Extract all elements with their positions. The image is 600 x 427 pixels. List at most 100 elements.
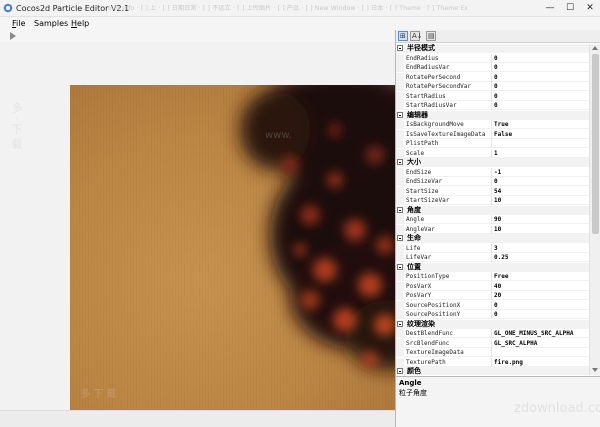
property-name: RotatePerSecondVar [406,83,472,90]
property-row[interactable]: StartRadius 0 [396,91,589,101]
property-value[interactable]: 54 [494,187,589,196]
property-row[interactable]: RotatePerSecond 0 [396,72,589,82]
property-row[interactable]: DestBlendFunc GL_ONE_MINUS_SRC_ALPHA [396,329,589,338]
property-row[interactable]: TextureImageData [396,348,589,357]
property-row[interactable]: IsBackgroundMove True [396,120,589,129]
property-value[interactable]: 0 [494,177,589,186]
property-row[interactable]: EndRadiusVar 0 [396,63,589,72]
row-gutter [396,281,404,291]
property-value[interactable]: Free [494,272,589,281]
title-bar: Cocos2d Particle Editor V2.1 Info Info ·… [0,0,600,17]
close-button[interactable]: ✕ [580,0,600,17]
scroll-thumb[interactable] [592,54,599,234]
property-value[interactable]: True [494,120,589,129]
category-row[interactable]: 生命 [396,234,589,243]
category-row[interactable]: 角度 [396,205,589,215]
property-row[interactable]: SourcePositionX 0 [396,300,589,310]
scroll-up-icon[interactable] [592,46,598,50]
property-value-text: 1 [494,149,498,157]
property-name: Angle [406,216,425,223]
column-separator [491,348,492,357]
menu-help[interactable]: Help [71,19,89,28]
property-row[interactable]: EndSize -1 [396,167,589,177]
property-row[interactable]: LifeVar 0.25 [396,253,589,262]
collapse-icon[interactable] [397,368,403,374]
categorized-view-button[interactable]: ⊞ [398,31,408,41]
row-gutter [396,300,404,310]
property-row[interactable]: StartSize 54 [396,186,589,196]
scroll-down-icon[interactable] [592,368,598,372]
category-label: 生命 [407,234,421,242]
menu-file[interactable]: File [12,19,25,28]
collapse-icon[interactable] [397,111,403,118]
property-row[interactable]: TexturePath fire.png [396,357,589,367]
property-value[interactable]: 0 [494,54,589,63]
collapse-icon[interactable] [397,235,403,241]
property-value[interactable]: 10 [494,196,589,205]
property-row[interactable]: SrcBlendFunc GL_SRC_ALPHA [396,338,589,348]
property-row[interactable]: EndSizeVar 0 [396,177,589,186]
collapse-icon[interactable] [397,45,403,51]
property-grid-scrollbar[interactable] [589,44,600,375]
collapse-icon[interactable] [397,206,403,213]
category-row[interactable]: 颜色 [396,367,589,375]
property-value[interactable]: 0 [494,82,589,91]
property-value[interactable]: 0 [494,73,589,82]
property-pages-button[interactable]: ▤ [426,31,436,41]
play-icon[interactable] [10,32,16,40]
property-name: SourcePositionX [406,301,461,309]
particle-scene[interactable]: www. 多 下 载 [70,85,395,410]
property-row[interactable]: EndRadius 0 [396,53,589,63]
property-row[interactable]: Life 3 [396,243,589,253]
menu-samples[interactable]: Samples [34,19,68,28]
property-value[interactable]: 90 [494,215,589,224]
property-value[interactable]: 1 [494,149,589,158]
canvas-horizontal-scrollbar[interactable] [0,410,395,427]
particle-canvas[interactable]: 多 · 下 载 www. 多 下 载 [0,42,395,410]
property-value[interactable]: 40 [494,282,589,291]
collapse-icon[interactable] [397,159,403,165]
property-value[interactable]: 0 [494,101,589,110]
property-value[interactable]: 0 [494,310,589,319]
category-row[interactable]: 半径模式 [396,44,589,53]
property-row[interactable]: StartRadiusVar 0 [396,101,589,110]
property-row[interactable]: IsSaveTextureImageData False [396,129,589,139]
category-row[interactable]: 位置 [396,262,589,272]
row-gutter [396,72,404,82]
property-value[interactable]: 20 [494,291,589,300]
category-row[interactable]: 大小 [396,158,589,167]
description-text: 粒子角度 [399,389,427,397]
property-value[interactable]: fire.png [494,358,589,367]
row-gutter [396,338,404,348]
property-row[interactable]: PlistPath [396,139,589,148]
property-value[interactable]: -1 [494,168,589,177]
property-value[interactable]: 0 [494,301,589,310]
category-row[interactable]: 纹理渲染 [396,319,589,329]
minimize-button[interactable]: — [540,0,560,17]
property-value[interactable]: 10 [494,225,589,234]
maximize-button[interactable]: ☐ [560,0,580,17]
property-row[interactable]: StartSizeVar 10 [396,196,589,205]
collapse-icon[interactable] [397,320,403,327]
column-separator [491,63,492,72]
property-row[interactable]: PositionType Free [396,272,589,281]
alphabetical-view-button[interactable]: A↓ [410,31,423,41]
category-row[interactable]: 编辑器 [396,110,589,120]
property-value[interactable]: False [494,130,589,139]
property-value[interactable]: 0 [494,92,589,101]
property-value[interactable]: GL_SRC_ALPHA [494,339,589,348]
property-row[interactable]: AngleVar 10 [396,224,589,234]
property-row[interactable]: Angle 90 [396,215,589,224]
collapse-icon[interactable] [397,263,403,270]
property-value[interactable]: 3 [494,244,589,253]
property-value[interactable]: GL_ONE_MINUS_SRC_ALPHA [494,329,589,338]
property-value[interactable]: 0 [494,63,589,72]
row-gutter [396,148,404,158]
property-row[interactable]: PosVarY 20 [396,291,589,300]
property-row[interactable]: Scale 1 [396,148,589,158]
property-value[interactable]: 0.25 [494,253,589,262]
property-grid-toolbar: ⊞ A↓ ▤ [396,30,600,43]
property-row[interactable]: SourcePositionY 0 [396,310,589,319]
property-row[interactable]: RotatePerSecondVar 0 [396,82,589,91]
property-row[interactable]: PosVarX 40 [396,281,589,291]
